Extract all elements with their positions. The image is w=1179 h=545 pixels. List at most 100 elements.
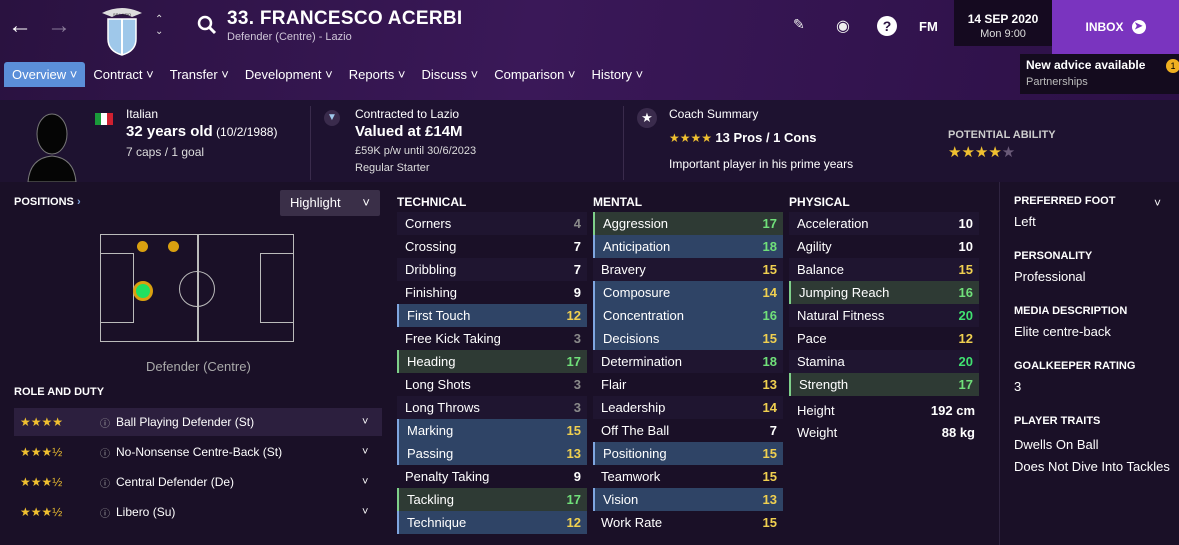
mental-attribute-row[interactable]: Composure 14 [593, 281, 783, 304]
forward-arrow-icon[interactable]: → [47, 14, 71, 38]
technical-attribute-row[interactable]: Technique 12 [397, 511, 587, 534]
goalkeeper-rating-heading: GOALKEEPER RATING [1014, 360, 1136, 372]
physical-attribute-row[interactable]: Strength 17 [789, 373, 979, 396]
role-row[interactable]: ★★★½ ⓘ Libero (Su) ˅ [14, 498, 382, 526]
search-icon[interactable] [197, 15, 217, 35]
globe-icon[interactable]: ◉ [836, 16, 850, 36]
technical-attribute-row[interactable]: Finishing 9 [397, 281, 587, 304]
attribute-value: 17 [566, 354, 581, 369]
attribute-name: Determination [601, 354, 682, 369]
mental-attribute-row[interactable]: Concentration 16 [593, 304, 783, 327]
attribute-name: Tackling [407, 492, 454, 507]
advice-notification[interactable]: New advice available Partnerships 1 [1020, 54, 1179, 94]
role-row[interactable]: ★★★½ ⓘ Central Defender (De) ˅ [14, 468, 382, 496]
tab-discuss[interactable]: Discuss ˅ [413, 62, 486, 87]
mental-attribute-row[interactable]: Bravery 15 [593, 258, 783, 281]
technical-attribute-row[interactable]: Tackling 17 [397, 488, 587, 511]
technical-attribute-row[interactable]: Dribbling 7 [397, 258, 587, 281]
attribute-value: 14 [762, 285, 777, 300]
personality: Professional [1014, 269, 1086, 284]
preferred-foot-heading: PREFERRED FOOT [1014, 195, 1116, 207]
role-row[interactable]: ★★★★ ⓘ Ball Playing Defender (St) ˅ [14, 408, 382, 436]
technical-attribute-row[interactable]: First Touch 12 [397, 304, 587, 327]
chevron-down-icon: ˅ [362, 506, 369, 518]
attribute-name: Heading [407, 354, 456, 369]
info-icon: ⓘ [100, 418, 110, 430]
height-row: Height 192 cm [797, 403, 975, 418]
attribute-name: Work Rate [601, 515, 663, 530]
player-menu: Overview ˅ Contract ˅ Transfer ˅ Develop… [4, 62, 651, 87]
mental-attribute-row[interactable]: Determination 18 [593, 350, 783, 373]
attribute-value: 9 [573, 285, 581, 300]
mental-attribute-row[interactable]: Decisions 15 [593, 327, 783, 350]
tab-reports[interactable]: Reports ˅ [341, 62, 414, 87]
technical-attribute-row[interactable]: Long Throws 3 [397, 396, 587, 419]
role-row[interactable]: ★★★½ ⓘ No-Nonsense Centre-Back (St) ˅ [14, 438, 382, 466]
date-box[interactable]: 14 SEP 2020 Mon 9:00 [954, 0, 1052, 46]
technical-attribute-row[interactable]: Marking 15 [397, 419, 587, 442]
main-panel: POSITIONS › Highlight ˅ Defender (Centre)… [0, 182, 1179, 545]
edit-pencil-icon[interactable]: ✎ [793, 16, 805, 33]
attribute-value: 13 [566, 446, 581, 461]
position-dot-main [133, 281, 153, 301]
tab-development[interactable]: Development ˅ [237, 62, 341, 87]
physical-attribute-row[interactable]: Natural Fitness 20 [789, 304, 979, 327]
pros-cons: 13 Pros / 1 Cons [715, 130, 817, 145]
technical-attribute-row[interactable]: Crossing 7 [397, 235, 587, 258]
technical-heading: TECHNICAL [397, 195, 467, 209]
goalkeeper-rating: 3 [1014, 379, 1022, 394]
attribute-name: Bravery [601, 262, 646, 277]
tab-contract[interactable]: Contract ˅ [85, 62, 161, 87]
fm-menu-button[interactable]: FM [919, 19, 938, 34]
mental-attribute-row[interactable]: Leadership 14 [593, 396, 783, 419]
attribute-name: Long Shots [405, 377, 471, 392]
mental-attribute-row[interactable]: Flair 13 [593, 373, 783, 396]
arrow-right-circle-icon: ➤ [1131, 20, 1146, 34]
technical-attribute-row[interactable]: Passing 13 [397, 442, 587, 465]
physical-attribute-row[interactable]: Pace 12 [789, 327, 979, 350]
attribute-value: 13 [762, 377, 777, 392]
tab-transfer[interactable]: Transfer ˅ [162, 62, 237, 87]
attribute-value: 9 [573, 469, 581, 484]
inbox-button[interactable]: INBOX ➤ [1052, 0, 1179, 54]
coach-summary-line[interactable]: ★★★★ 13 Pros / 1 Cons [669, 130, 817, 145]
tab-overview[interactable]: Overview ˅ [4, 62, 86, 87]
highlight-dropdown[interactable]: Highlight ˅ [280, 190, 380, 216]
wage: £59K p/w until 30/6/2023 [355, 145, 477, 157]
mental-attribute-row[interactable]: Work Rate 15 [593, 511, 783, 534]
tab-history[interactable]: History ˅ [584, 62, 652, 87]
physical-attribute-row[interactable]: Acceleration 10 [789, 212, 979, 235]
club-crest-icon[interactable]: SS LAZIO [92, 5, 152, 57]
physical-attribute-row[interactable]: Agility 10 [789, 235, 979, 258]
mental-attribute-row[interactable]: Positioning 15 [593, 442, 783, 465]
current-date: 14 SEP 2020 [967, 12, 1039, 26]
squad-status: Regular Starter [355, 162, 430, 174]
tab-comparison[interactable]: Comparison ˅ [486, 62, 583, 87]
mental-attribute-row[interactable]: Off The Ball 7 [593, 419, 783, 442]
chevron-down-icon[interactable]: ˅ [1154, 196, 1161, 210]
help-icon[interactable]: ? [877, 16, 897, 36]
player-summary: Italian 32 years old (10/2/1988) 7 caps … [0, 100, 1179, 182]
attribute-value: 17 [958, 377, 973, 392]
attribute-value: 12 [566, 515, 581, 530]
preferred-foot: Left [1014, 214, 1036, 229]
position-label: Defender (Centre) [146, 359, 251, 374]
mental-attribute-row[interactable]: Vision 13 [593, 488, 783, 511]
mental-attribute-row[interactable]: Anticipation 18 [593, 235, 783, 258]
physical-attribute-row[interactable]: Jumping Reach 16 [789, 281, 979, 304]
technical-attribute-row[interactable]: Free Kick Taking 3 [397, 327, 587, 350]
attribute-name: Vision [603, 492, 639, 507]
player-switch-arrows[interactable]: ⌃ ⌄ [155, 14, 163, 38]
mental-attribute-row[interactable]: Aggression 17 [593, 212, 783, 235]
technical-attribute-row[interactable]: Heading 17 [397, 350, 587, 373]
physical-attribute-row[interactable]: Stamina 20 [789, 350, 979, 373]
technical-attribute-row[interactable]: Long Shots 3 [397, 373, 587, 396]
physical-attribute-row[interactable]: Balance 15 [789, 258, 979, 281]
mental-attribute-row[interactable]: Teamwork 15 [593, 465, 783, 488]
back-arrow-icon[interactable]: ← [8, 14, 32, 38]
technical-attribute-row[interactable]: Penalty Taking 9 [397, 465, 587, 488]
potential-stars: ★★★★★ [948, 144, 1016, 161]
positions-heading[interactable]: POSITIONS › [14, 196, 81, 208]
attribute-value: 16 [762, 308, 777, 323]
technical-attribute-row[interactable]: Corners 4 [397, 212, 587, 235]
